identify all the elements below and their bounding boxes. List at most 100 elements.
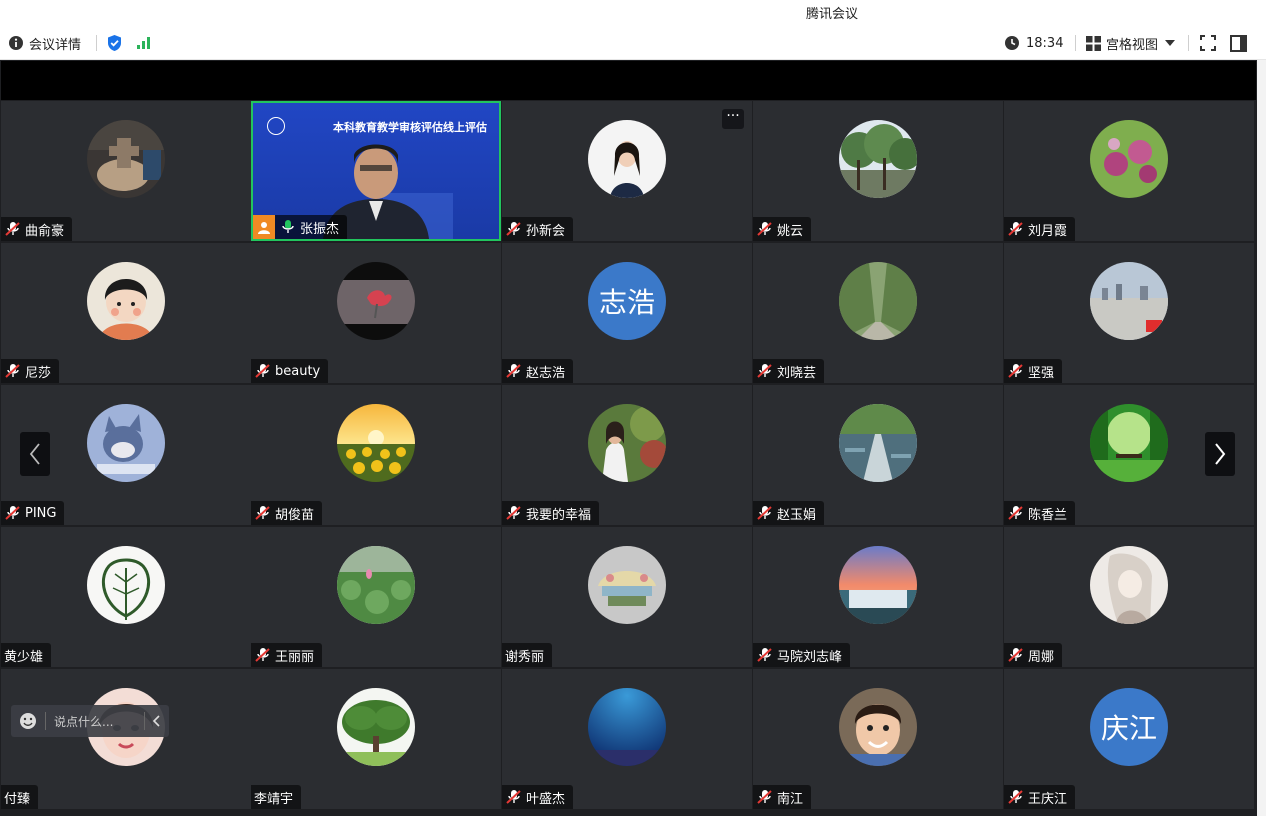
info-icon [9, 36, 23, 50]
participant-tile[interactable]: 曲俞豪 [1, 101, 251, 241]
view-mode-dropdown[interactable]: 宫格视图 [1086, 33, 1176, 53]
security-shield-button[interactable] [106, 33, 123, 53]
participant-avatar [337, 404, 415, 482]
participant-tile[interactable]: 谢秀丽 [502, 527, 752, 667]
participant-name: 王庆江 [1028, 791, 1068, 807]
mic-muted-icon [1008, 790, 1023, 804]
participant-avatar [337, 688, 415, 766]
participant-name: 陈香兰 [1028, 507, 1068, 523]
participant-nametag: beauty [251, 359, 329, 383]
participant-name: 我要的幸福 [526, 507, 592, 523]
participant-avatar [87, 546, 165, 624]
mic-muted-icon [506, 364, 521, 378]
mic-muted-icon [506, 506, 521, 520]
participant-nametag: 马院刘志峰 [753, 643, 851, 667]
participant-tile[interactable]: 叶盛杰 [502, 669, 752, 809]
meeting-info-label: 会议详情 [29, 37, 82, 53]
participant-nametag: PING [1, 501, 65, 525]
participant-nametag: 谢秀丽 [502, 643, 553, 667]
participant-tile[interactable]: 志浩 赵志浩 [502, 243, 752, 383]
participant-tile[interactable]: 刘晓芸 [753, 243, 1003, 383]
participant-avatar [839, 404, 917, 482]
fullscreen-icon [1200, 35, 1216, 51]
participant-tile[interactable]: 李靖宇 [251, 669, 501, 809]
participant-tile[interactable]: ··· 孙新会 [502, 101, 752, 241]
participant-tile[interactable]: 庆江 王庆江 [1004, 669, 1254, 809]
participant-nametag: 李靖宇 [251, 785, 302, 809]
mic-muted-icon [1008, 364, 1023, 378]
participant-tile[interactable]: 姚云 [753, 101, 1003, 241]
participant-tile[interactable]: 王丽丽 [251, 527, 501, 667]
meeting-toolbar: 会议详情 18:34 宫格视图 [0, 26, 1266, 60]
mic-muted-icon [1008, 506, 1023, 520]
participant-nametag: 叶盛杰 [502, 785, 574, 809]
participant-tile[interactable]: 坚强 [1004, 243, 1254, 383]
mic-muted-icon [757, 648, 772, 662]
participant-tile[interactable]: 赵玉娟 [753, 385, 1003, 525]
emoji-icon [20, 713, 36, 729]
window-right-edge [1257, 60, 1266, 816]
participant-nametag: 坚强 [1004, 359, 1063, 383]
participant-name: 王丽丽 [275, 649, 315, 665]
participant-nametag: 姚云 [753, 217, 812, 241]
sidebar-toggle-button[interactable] [1230, 33, 1247, 53]
mic-muted-icon [757, 364, 772, 378]
chat-input-bar[interactable]: 说点什么... [11, 705, 169, 737]
participant-tile[interactable]: 周娜 [1004, 527, 1254, 667]
mic-muted-icon [5, 222, 20, 236]
participant-tile[interactable]: 胡俊苗 [251, 385, 501, 525]
participant-name: 张振杰 [300, 221, 340, 237]
participant-nametag: 王丽丽 [251, 643, 323, 667]
participant-avatar [588, 688, 666, 766]
participant-nametag: 王庆江 [1004, 785, 1076, 809]
participant-nametag: 刘晓芸 [753, 359, 825, 383]
meeting-info-button[interactable]: 会议详情 [8, 33, 81, 53]
participant-avatar [588, 546, 666, 624]
window-titlebar: 腾讯会议 [0, 0, 1266, 26]
participant-nametag: 张振杰 [253, 215, 348, 239]
participant-avatar [1090, 262, 1168, 340]
participant-tile[interactable]: 我要的幸福 [502, 385, 752, 525]
participant-name: 南江 [777, 791, 804, 807]
network-signal-button[interactable] [136, 33, 152, 53]
participant-tile[interactable]: 马院刘志峰 [753, 527, 1003, 667]
participant-name: 黄少雄 [4, 649, 44, 665]
mic-muted-icon [757, 790, 772, 804]
participant-avatar [588, 404, 666, 482]
view-mode-label: 宫格视图 [1106, 37, 1159, 53]
meeting-clock: 18:34 [1004, 33, 1063, 53]
participant-avatar [87, 404, 165, 482]
mic-muted-icon [1008, 222, 1023, 236]
participant-tile[interactable]: 尼莎 [1, 243, 251, 383]
next-page-button[interactable] [1205, 432, 1235, 476]
participant-nametag: 赵玉娟 [753, 501, 825, 525]
participant-name: PING [25, 505, 57, 521]
participant-tile[interactable]: 付臻 [1, 669, 251, 809]
side-panel-icon [1230, 34, 1247, 52]
participant-tile[interactable]: beauty [251, 243, 501, 383]
participant-tile[interactable]: 刘月霞 [1004, 101, 1254, 241]
participant-avatar [588, 120, 666, 198]
chat-placeholder: 说点什么... [54, 714, 114, 729]
mic-muted-icon [757, 222, 772, 236]
window-title: 腾讯会议 [805, 7, 858, 22]
participant-grid: 曲俞豪 本科教育教学审核评估线上评估 张振杰 ··· 孙新会 姚云 刘月霞 尼莎… [0, 100, 1257, 809]
previous-page-button[interactable] [20, 432, 50, 476]
more-options-button[interactable]: ··· [722, 109, 744, 129]
collapse-chevron-icon[interactable] [151, 714, 161, 728]
participant-name: 谢秀丽 [505, 649, 545, 665]
participant-avatar [1090, 546, 1168, 624]
participant-name: 赵玉娟 [777, 507, 817, 523]
active-speaker-tile[interactable]: 本科教育教学审核评估线上评估 张振杰 [251, 101, 501, 241]
participant-name: 李靖宇 [254, 791, 294, 807]
participant-avatar [839, 120, 917, 198]
mic-active-icon [282, 220, 294, 233]
participant-name: 刘月霞 [1028, 223, 1068, 239]
mic-muted-icon [506, 222, 521, 236]
participant-tile[interactable]: 黄少雄 [1, 527, 251, 667]
participant-avatar [87, 120, 165, 198]
participant-nametag: 曲俞豪 [1, 217, 73, 241]
participant-avatar [839, 546, 917, 624]
fullscreen-button[interactable] [1199, 33, 1217, 53]
participant-tile[interactable]: 南江 [753, 669, 1003, 809]
